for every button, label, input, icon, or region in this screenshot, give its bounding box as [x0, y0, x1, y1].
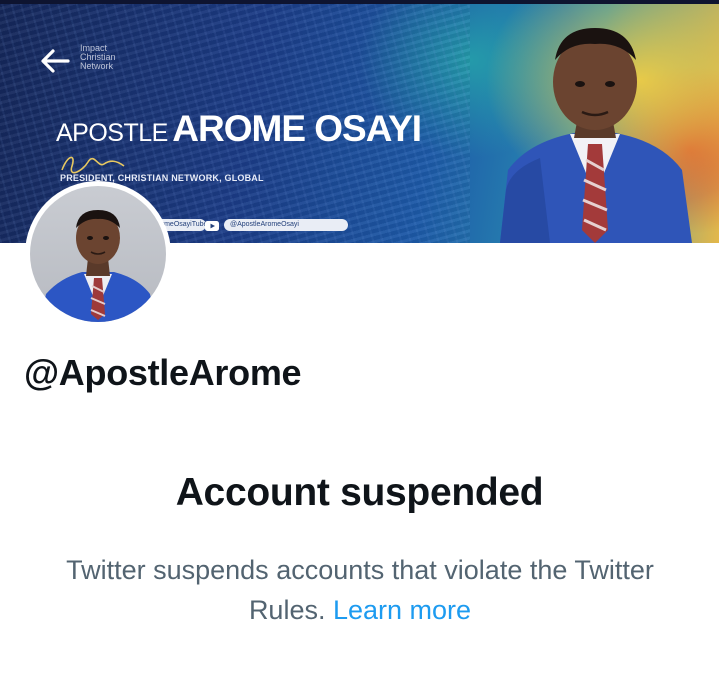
avatar-photo	[40, 210, 156, 322]
banner-social-right: @ApostleAromeOsayi	[224, 219, 348, 231]
suspension-title: Account suspended	[175, 471, 544, 514]
banner-portrait	[500, 28, 692, 243]
suspension-message: Twitter suspends accounts that violate t…	[60, 550, 660, 630]
learn-more-link[interactable]: Learn more	[333, 595, 471, 625]
back-button[interactable]	[36, 44, 74, 78]
banner-top-edge	[0, 0, 719, 4]
arrow-left-icon	[41, 49, 70, 73]
profile-handle: @ApostleArome	[24, 352, 302, 393]
avatar-frame[interactable]	[25, 181, 171, 327]
banner-title: APOSTLE AROME OSAYI	[56, 108, 422, 150]
youtube-icon	[205, 221, 219, 231]
banner-title-name: AROME OSAYI	[172, 108, 422, 149]
banner-title-prefix: APOSTLE	[56, 119, 168, 147]
avatar[interactable]	[30, 186, 166, 322]
network-logo: Impact Christian Network	[80, 43, 116, 71]
